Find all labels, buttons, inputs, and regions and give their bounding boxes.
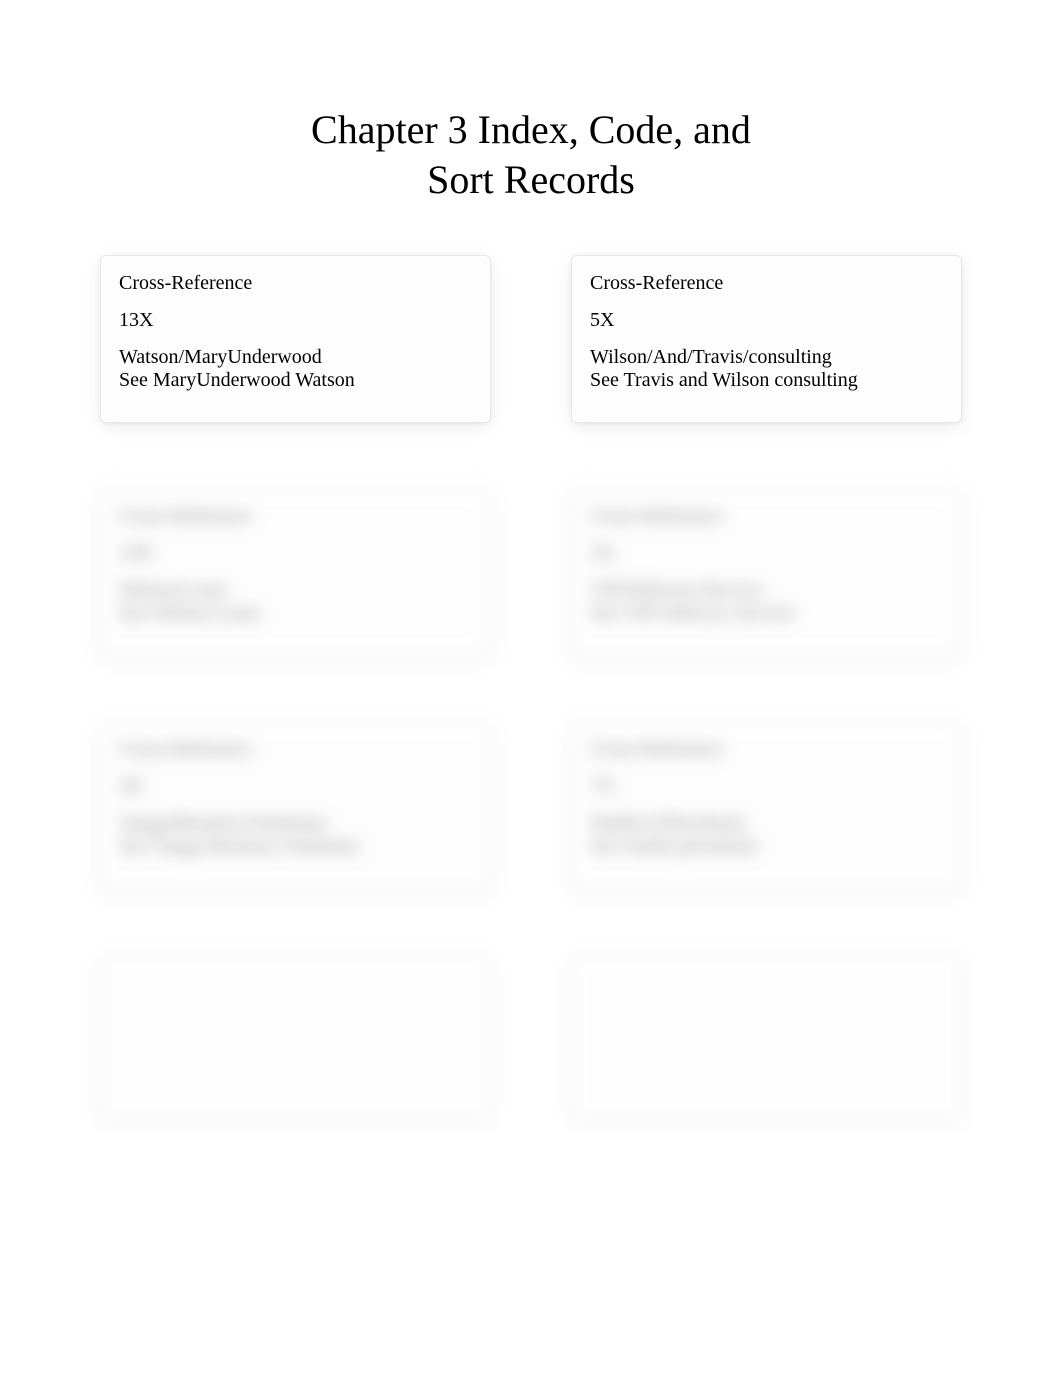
card-2: Cross-Reference 14X Wilson/Louis See Wil…	[100, 488, 491, 656]
card-code: 5X	[590, 309, 943, 332]
title-line-1: Chapter 3 Index, Code, and	[311, 107, 751, 152]
card-line1: Wilson/And/Travis/consulting	[590, 346, 943, 369]
card-line2: See Vanga Business Solutions	[119, 835, 472, 858]
card-line2: See Smith petroleum	[590, 835, 943, 858]
card-line2: See MaryUnderwood Watson	[119, 369, 472, 392]
card-header: Cross-Reference	[119, 272, 472, 295]
card-line2: See Wilson Louis	[119, 602, 472, 625]
card-line1: Smith/A/Petroleum	[590, 812, 943, 835]
page-title: Chapter 3 Index, Code, and Sort Records	[0, 0, 1062, 255]
card-header: Cross-Reference	[119, 738, 472, 761]
card-code: 2X	[590, 542, 943, 565]
card-line1: VIP/Delivery/Service	[590, 579, 943, 602]
card-1: Cross-Reference 5X Wilson/And/Travis/con…	[571, 255, 962, 423]
title-line-2: Sort Records	[427, 157, 635, 202]
card-header: Cross-Reference	[119, 505, 472, 528]
card-line1: Watson/MaryUnderwood	[119, 346, 472, 369]
card-4: Cross-Reference 4X Vanga/Business/Soluti…	[100, 721, 491, 889]
card-line2: See Travis and Wilson consulting	[590, 369, 943, 392]
card-code: 7X	[590, 775, 943, 798]
card-code: 13X	[119, 309, 472, 332]
cards-grid: Cross-Reference 13X Watson/MaryUnderwood…	[0, 255, 1062, 1119]
card-0: Cross-Reference 13X Watson/MaryUnderwood…	[100, 255, 491, 423]
card-code: 4X	[119, 775, 472, 798]
card-5: Cross-Reference 7X Smith/A/Petroleum See…	[571, 721, 962, 889]
card-header: Cross-Reference	[590, 505, 943, 528]
card-7-empty	[571, 954, 962, 1119]
card-line1: Wilson/Louis	[119, 579, 472, 602]
card-line1: Vanga/Business/Solutions	[119, 812, 472, 835]
card-code: 14X	[119, 542, 472, 565]
card-6-empty	[100, 954, 491, 1119]
card-header: Cross-Reference	[590, 272, 943, 295]
card-line2: See VIP Delivery Service	[590, 602, 943, 625]
card-header: Cross-Reference	[590, 738, 943, 761]
card-3: Cross-Reference 2X VIP/Delivery/Service …	[571, 488, 962, 656]
